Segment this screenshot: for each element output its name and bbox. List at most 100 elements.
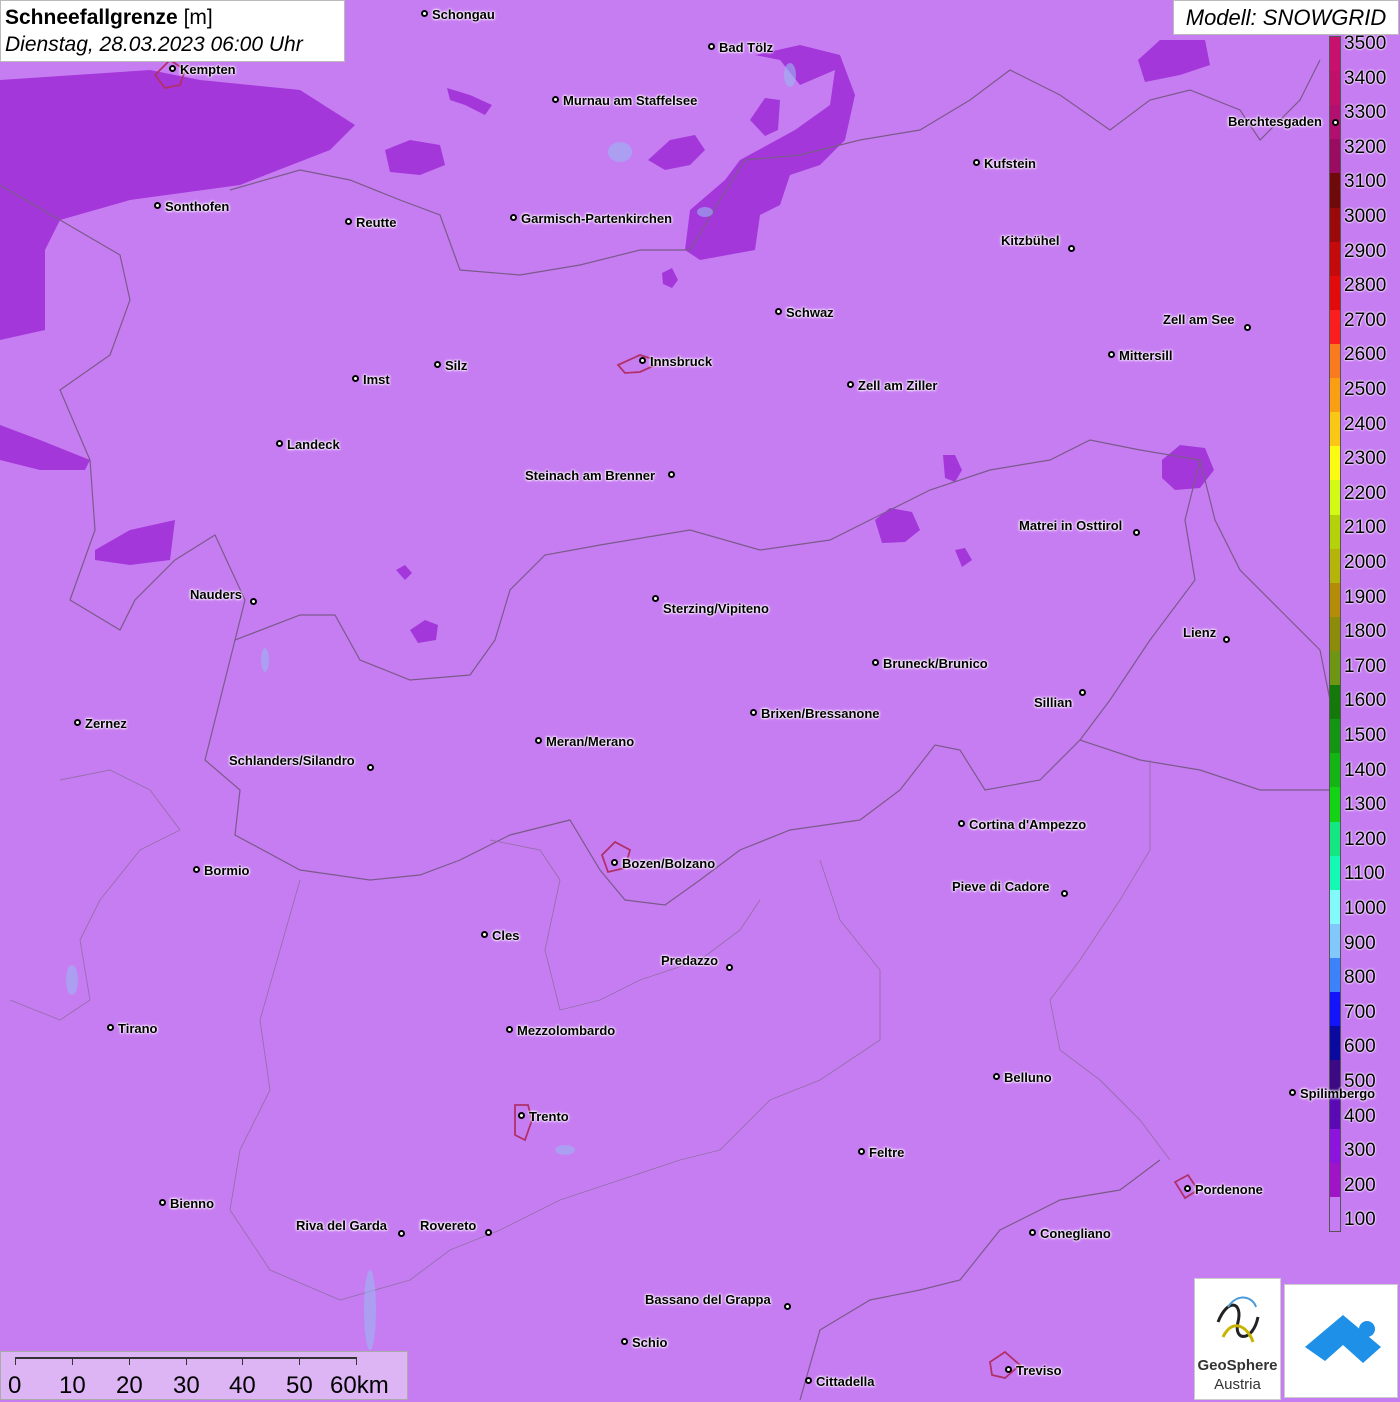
legend-color-3500 bbox=[1330, 37, 1340, 72]
city-marker bbox=[775, 308, 782, 315]
geosphere-austria-logo[interactable]: GeoSphere Austria bbox=[1194, 1278, 1281, 1400]
legend-label: 3400 bbox=[1344, 67, 1387, 89]
city-label: Cittadella bbox=[816, 1374, 875, 1389]
city-label: Meran/Merano bbox=[546, 734, 635, 749]
city-label: Schwaz bbox=[786, 305, 834, 320]
city-marker bbox=[154, 202, 161, 209]
scale-label: 10 bbox=[59, 1372, 86, 1399]
city-label: Zernez bbox=[85, 716, 127, 731]
city-marker bbox=[1079, 689, 1086, 696]
legend-label: 1900 bbox=[1344, 586, 1387, 608]
city-label: Feltre bbox=[869, 1145, 905, 1160]
city-marker bbox=[958, 820, 965, 827]
geosphere-name: GeoSphere bbox=[1197, 1357, 1278, 1374]
legend-color-1300 bbox=[1330, 787, 1340, 822]
city-marker bbox=[1244, 324, 1251, 331]
partner-logo[interactable] bbox=[1284, 1284, 1398, 1398]
city-label: Zell am See bbox=[1163, 312, 1235, 327]
legend-label: 900 bbox=[1344, 932, 1376, 954]
city-marker bbox=[784, 1303, 791, 1310]
legend-color-1400 bbox=[1330, 753, 1340, 788]
city-label: Silz bbox=[445, 358, 468, 373]
geosphere-country: Austria bbox=[1214, 1376, 1261, 1393]
legend-color-2000 bbox=[1330, 548, 1340, 583]
legend-color-1800 bbox=[1330, 616, 1340, 651]
city-marker bbox=[1332, 119, 1339, 126]
city-label: Zell am Ziller bbox=[858, 378, 938, 393]
city-label: Reutte bbox=[356, 215, 397, 230]
legend-label: 1500 bbox=[1344, 725, 1387, 746]
scale-tick bbox=[356, 1357, 357, 1365]
city-marker bbox=[345, 218, 352, 225]
city-marker bbox=[611, 859, 618, 866]
city-marker bbox=[1029, 1229, 1036, 1236]
scale-label: 30 bbox=[173, 1372, 200, 1399]
city-marker bbox=[250, 598, 257, 605]
city-marker bbox=[708, 43, 715, 50]
city-label: Tirano bbox=[118, 1021, 158, 1036]
legend-color-1500 bbox=[1330, 719, 1340, 754]
legend-label: 3100 bbox=[1344, 171, 1387, 193]
city-marker bbox=[398, 1230, 405, 1237]
city-label: Sterzing/Vipiteno bbox=[663, 601, 769, 616]
scale-label: 40 bbox=[229, 1372, 256, 1399]
city-marker bbox=[1133, 529, 1140, 536]
city-marker bbox=[1108, 351, 1115, 358]
city-marker bbox=[668, 471, 675, 478]
legend-color-3100 bbox=[1330, 173, 1340, 208]
legend-label: 2800 bbox=[1344, 275, 1387, 297]
city-label: Bad Tölz bbox=[719, 40, 774, 55]
legend-label: 1000 bbox=[1344, 898, 1387, 919]
scale-tick bbox=[129, 1357, 130, 1365]
city-marker bbox=[847, 381, 854, 388]
legend-label: 1200 bbox=[1344, 828, 1387, 850]
scale-tick bbox=[299, 1357, 300, 1365]
legend-color-1900 bbox=[1330, 582, 1340, 617]
city-marker bbox=[276, 440, 283, 447]
legend-color-2700 bbox=[1330, 309, 1340, 344]
city-label: Kitzbühel bbox=[1001, 233, 1060, 248]
city-marker bbox=[485, 1229, 492, 1236]
map-title: Schneefallgrenze [m] bbox=[5, 6, 213, 29]
legend-color-200 bbox=[1330, 1162, 1340, 1197]
city-marker bbox=[1289, 1089, 1296, 1096]
city-marker bbox=[506, 1026, 513, 1033]
city-label: Landeck bbox=[287, 437, 340, 452]
city-label: Bassano del Grappa bbox=[645, 1292, 771, 1307]
city-label: Conegliano bbox=[1040, 1226, 1111, 1241]
legend-color-2400 bbox=[1330, 412, 1340, 447]
city-marker bbox=[805, 1377, 812, 1384]
legend-label: 2900 bbox=[1344, 240, 1387, 262]
city-label: Schlanders/Silandro bbox=[229, 753, 355, 768]
city-marker bbox=[193, 866, 200, 873]
snow-cloud-icon bbox=[1305, 1315, 1381, 1363]
city-marker bbox=[159, 1199, 166, 1206]
legend-label: 400 bbox=[1344, 1105, 1376, 1127]
city-label: Kempten bbox=[180, 62, 236, 77]
city-marker bbox=[434, 361, 441, 368]
city-label: Bozen/Bolzano bbox=[622, 856, 716, 871]
model-label: Modell: SNOWGRID bbox=[1173, 0, 1399, 35]
legend-color-2200 bbox=[1330, 480, 1340, 515]
legend-color-3400 bbox=[1330, 71, 1340, 106]
legend-color-100 bbox=[1330, 1196, 1340, 1231]
forecast-date: Dienstag, 28.03.2023 06:00 Uhr bbox=[5, 33, 303, 56]
city-marker bbox=[726, 964, 733, 971]
city-label: Garmisch-Partenkirchen bbox=[521, 211, 673, 226]
city-label: Nauders bbox=[190, 587, 243, 602]
city-label: Steinach am Brenner bbox=[525, 468, 656, 483]
legend-label: 3000 bbox=[1344, 206, 1387, 227]
legend-label: 2100 bbox=[1344, 517, 1387, 539]
legend-label: 1800 bbox=[1344, 621, 1387, 643]
color-legend-bar bbox=[1329, 36, 1341, 1232]
city-marker bbox=[993, 1073, 1000, 1080]
city-label: Lienz bbox=[1183, 625, 1217, 640]
city-marker bbox=[518, 1112, 525, 1119]
scale-tick bbox=[72, 1357, 73, 1365]
city-label: Spilimbergo bbox=[1300, 1086, 1376, 1101]
legend-color-2300 bbox=[1330, 446, 1340, 481]
city-marker bbox=[1223, 636, 1230, 643]
scale-label: 20 bbox=[116, 1372, 143, 1399]
city-marker bbox=[652, 595, 659, 602]
legend-color-1700 bbox=[1330, 650, 1340, 686]
